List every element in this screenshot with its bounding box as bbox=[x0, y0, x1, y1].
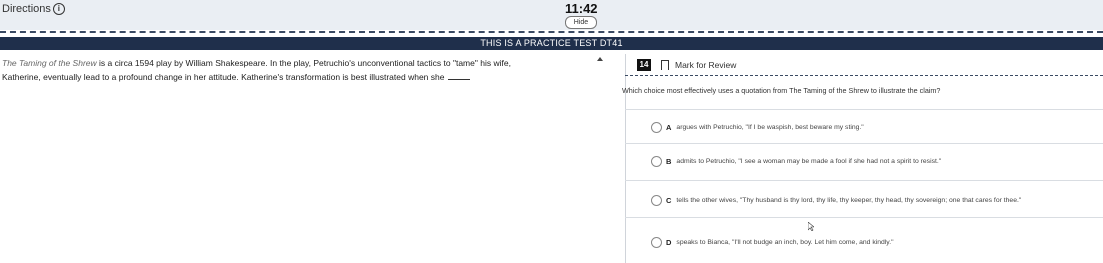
passage-title: The Taming of the Shrew bbox=[2, 58, 97, 68]
header-divider bbox=[0, 31, 1103, 33]
passage-line-1: is a circa 1594 play by William Shakespe… bbox=[96, 58, 511, 68]
choice-d[interactable]: D speaks to Bianca, "I'll not budge an i… bbox=[640, 229, 1100, 255]
info-icon: i bbox=[52, 3, 65, 15]
radio-icon[interactable] bbox=[651, 121, 662, 133]
answer-blank bbox=[448, 71, 471, 80]
passage-text: The Taming of the Shrew is a circa 1594 … bbox=[2, 56, 617, 84]
choice-text: speaks to Bianca, "I'll not budge an inc… bbox=[676, 238, 894, 246]
hide-timer-button[interactable]: Hide bbox=[565, 16, 597, 29]
choice-b[interactable]: B admits to Petruchio, "I see a woman ma… bbox=[640, 148, 1100, 174]
choice-letter: B bbox=[666, 156, 672, 166]
question-divider bbox=[625, 75, 1103, 76]
top-bar: Directions i 11:42 Hide bbox=[0, 0, 1103, 30]
bookmark-icon[interactable] bbox=[661, 60, 669, 73]
question-header: 14 Mark for Review bbox=[637, 58, 736, 73]
choice-separator bbox=[625, 180, 1103, 181]
choice-separator bbox=[625, 217, 1103, 218]
choice-c[interactable]: C tells the other wives, "Thy husband is… bbox=[640, 187, 1100, 213]
choice-text: tells the other wives, "Thy husband is t… bbox=[676, 196, 1022, 204]
timer: 11:42 bbox=[565, 1, 598, 16]
choice-a[interactable]: A argues with Petruchio, "If I be waspis… bbox=[640, 114, 1100, 140]
mark-for-review-label[interactable]: Mark for Review bbox=[675, 60, 736, 70]
choice-letter: C bbox=[666, 195, 672, 205]
mouse-cursor-icon bbox=[808, 222, 814, 231]
choice-letter: D bbox=[666, 237, 672, 247]
choice-text: argues with Petruchio, "If I be waspish,… bbox=[676, 123, 864, 131]
radio-icon[interactable] bbox=[651, 155, 662, 167]
question-number: 14 bbox=[637, 59, 651, 71]
choice-separator bbox=[625, 109, 1103, 110]
radio-icon[interactable] bbox=[651, 236, 662, 248]
choice-separator bbox=[625, 143, 1103, 144]
choice-letter: A bbox=[666, 122, 672, 132]
scroll-up-icon[interactable] bbox=[597, 57, 603, 61]
radio-icon[interactable] bbox=[651, 194, 662, 206]
directions-label: Directions bbox=[2, 3, 51, 15]
passage-line-2: Katherine, eventually lead to a profound… bbox=[2, 72, 445, 82]
choice-text: admits to Petruchio, "I see a woman may … bbox=[676, 157, 942, 165]
question-prompt: Which choice most effectively uses a quo… bbox=[622, 86, 941, 95]
directions-button[interactable]: Directions i bbox=[2, 3, 65, 15]
practice-banner: THIS IS A PRACTICE TEST DT41 bbox=[0, 37, 1103, 50]
